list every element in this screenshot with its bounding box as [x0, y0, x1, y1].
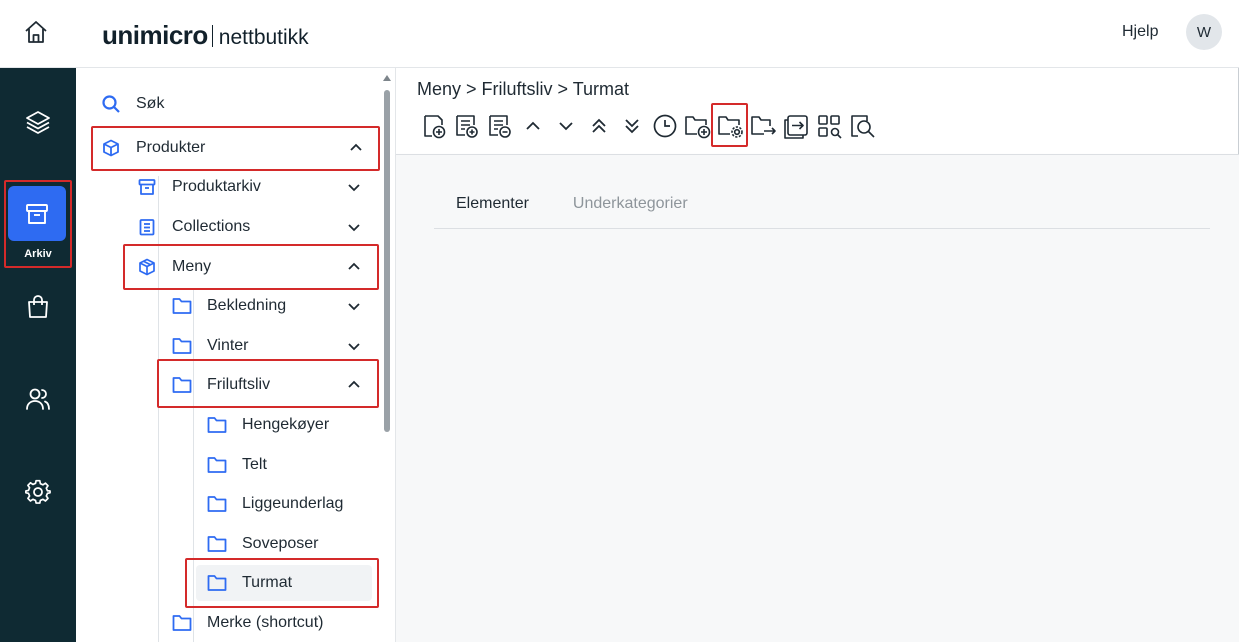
folder-icon: [206, 454, 228, 476]
avatar[interactable]: W: [1186, 14, 1222, 50]
tree-item-label: Telt: [242, 456, 267, 473]
tree-item-produktarkiv[interactable]: Produktarkiv: [136, 169, 376, 205]
clipboard-list-icon: [136, 216, 158, 238]
category-tree: Søk Produkter Produktarkiv Collections M…: [76, 68, 396, 642]
tree-item-vinter[interactable]: Vinter: [171, 328, 376, 364]
folder-icon: [206, 533, 228, 555]
double-chevron-up-icon[interactable]: [582, 110, 615, 142]
tree-item-liggeunderlag[interactable]: Liggeunderlag: [206, 486, 376, 522]
tree-item-label: Collections: [172, 218, 251, 235]
folder-icon: [171, 374, 193, 396]
tree-item-meny[interactable]: Meny: [136, 249, 376, 285]
chevron-down-icon[interactable]: [346, 338, 362, 354]
folder-icon: [206, 572, 228, 594]
clock-icon[interactable]: [648, 110, 681, 142]
export-icon[interactable]: [780, 110, 813, 142]
home-icon[interactable]: [20, 16, 52, 48]
chevron-up-icon[interactable]: [348, 140, 364, 156]
chevron-up-icon[interactable]: [516, 110, 549, 142]
gear-icon[interactable]: [0, 464, 76, 520]
scrollbar-thumb[interactable]: [384, 90, 390, 432]
tree-item-merke[interactable]: Merke (shortcut): [171, 605, 376, 641]
tree-item-label: Hengekøyer: [242, 416, 330, 433]
folder-icon: [206, 414, 228, 436]
tree-item-hengekoyer[interactable]: Hengekøyer: [206, 407, 376, 443]
tree-item-label: Produktarkiv: [172, 178, 261, 195]
tree-item-label: Turmat: [242, 574, 293, 591]
toolbar: [417, 110, 879, 142]
logo-sub: nettbutikk: [218, 26, 309, 49]
folder-icon: [206, 493, 228, 515]
tab-bar: Elementer Underkategorier: [434, 193, 1210, 229]
tree-item-label: Soveposer: [242, 535, 319, 552]
scroll-up-arrow-icon[interactable]: [383, 74, 391, 82]
logo-separator: [211, 24, 213, 47]
document-search-icon[interactable]: [846, 110, 879, 142]
tree-item-produkter[interactable]: Produkter: [100, 130, 380, 166]
chevron-down-icon[interactable]: [549, 110, 582, 142]
main-area: Meny > Friluftsliv > Turmat Elementer Un…: [396, 68, 1239, 642]
tree-item-collections[interactable]: Collections: [136, 209, 376, 245]
help-link[interactable]: Hjelp: [1122, 23, 1158, 41]
boxes-icon: [136, 256, 158, 278]
tree-item-label: Meny: [172, 258, 212, 275]
chevron-up-icon[interactable]: [346, 377, 362, 393]
highlight-box: [4, 180, 72, 268]
tree-item-search[interactable]: Søk: [100, 86, 380, 122]
tree-item-telt[interactable]: Telt: [206, 447, 376, 483]
tree-item-label: Produkter: [136, 139, 206, 156]
chevron-down-icon[interactable]: [346, 219, 362, 235]
tree-item-label: Liggeunderlag: [242, 495, 344, 512]
search-icon: [100, 93, 122, 115]
add-folder-icon[interactable]: [681, 110, 714, 142]
tree-item-label: Merke (shortcut): [207, 614, 324, 631]
tree-item-label: Vinter: [207, 337, 249, 354]
tree-item-label: Søk: [136, 95, 165, 112]
tree-item-bekledning[interactable]: Bekledning: [171, 288, 376, 324]
tab-underkategorier[interactable]: Underkategorier: [551, 193, 710, 229]
folder-move-icon[interactable]: [747, 110, 780, 142]
tree-guide: [158, 176, 159, 642]
logo: unimicro nettbutikk: [102, 20, 309, 51]
folder-icon: [171, 612, 193, 634]
box-icon: [100, 137, 122, 159]
tree-item-label: Friluftsliv: [207, 376, 271, 393]
layers-icon[interactable]: [0, 94, 76, 150]
shopping-bag-icon[interactable]: [0, 278, 76, 334]
content-area: Elementer Underkategorier: [396, 155, 1239, 642]
tree-item-label: Bekledning: [207, 297, 287, 314]
breadcrumb: Meny > Friluftsliv > Turmat: [417, 79, 630, 99]
logo-main: unimicro: [102, 20, 208, 50]
users-icon[interactable]: [0, 371, 76, 427]
top-bar: unimicro nettbutikk Hjelp W: [0, 0, 1239, 68]
folder-settings-icon[interactable]: [714, 110, 747, 142]
folder-icon: [171, 295, 193, 317]
tab-elementer[interactable]: Elementer: [434, 193, 551, 229]
tree-item-turmat[interactable]: Turmat: [196, 565, 372, 601]
add-list-icon[interactable]: [450, 110, 483, 142]
new-element-icon[interactable]: [417, 110, 450, 142]
remove-list-icon[interactable]: [483, 110, 516, 142]
left-rail: Arkiv: [0, 68, 76, 642]
grid-search-icon[interactable]: [813, 110, 846, 142]
archive-icon: [136, 176, 158, 198]
tree-item-friluftsliv[interactable]: Friluftsliv: [171, 367, 376, 403]
chevron-down-icon[interactable]: [346, 298, 362, 314]
folder-icon: [171, 335, 193, 357]
chevron-up-icon[interactable]: [346, 259, 362, 275]
tree-item-soveposer[interactable]: Soveposer: [206, 526, 376, 562]
chevron-down-icon[interactable]: [346, 179, 362, 195]
double-chevron-down-icon[interactable]: [615, 110, 648, 142]
